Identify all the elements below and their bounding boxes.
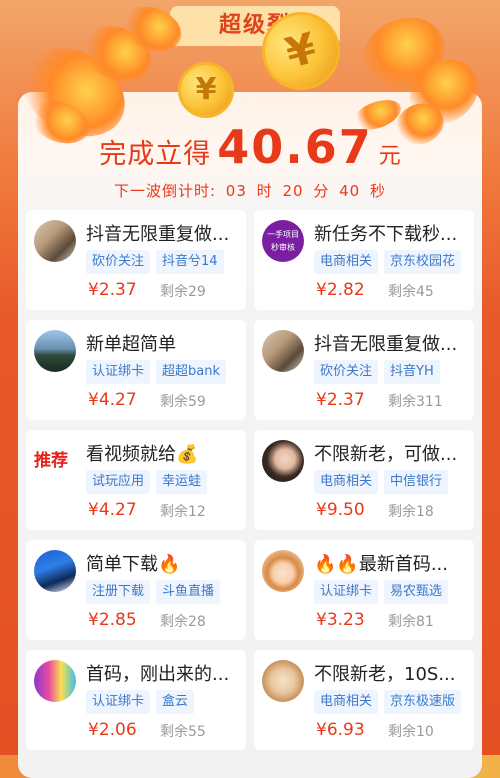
task-tags: 电商相关 中信银行 (314, 470, 454, 494)
task-price: ¥2.37 (88, 280, 137, 300)
task-tags: 认证绑卡 易农甄选 (314, 580, 454, 604)
task-tags: 试玩应用 幸运蛙 (86, 470, 213, 494)
task-tag: 认证绑卡 (314, 580, 379, 604)
avatar-colorful (34, 660, 76, 702)
task-title: 抖音无限重复做... (314, 334, 458, 355)
task-card[interactable]: 推荐 看视频就给💰 试玩应用 幸运蛙 ¥4.27 剩余12 (26, 430, 246, 530)
task-tag: 注册下载 (86, 580, 151, 604)
task-tag: 认证绑卡 (86, 360, 151, 384)
task-remaining: 剩余28 (160, 614, 206, 630)
task-tag: 砍价关注 (86, 250, 151, 274)
reward-summary: 完成立得 40.67 元 (0, 120, 500, 174)
avatar-purple-badge: 一手项目 秒审核 (262, 220, 304, 262)
task-remaining: 剩余55 (160, 724, 206, 740)
task-remaining: 剩余10 (388, 724, 434, 740)
task-title: 🔥🔥最新首码... (314, 554, 448, 575)
task-price: ¥2.85 (88, 610, 137, 630)
task-tag: 抖音YH (384, 360, 440, 384)
task-tags: 砍价关注 抖音YH (314, 360, 446, 384)
task-tags: 认证绑卡 盒云 (86, 690, 200, 714)
task-tag: 中信银行 (384, 470, 449, 494)
countdown-minutes: 20 (282, 182, 304, 200)
task-card[interactable]: 🔥🔥最新首码... 认证绑卡 易农甄选 ¥3.23 剩余81 (254, 540, 474, 640)
task-title: 新单超简单 (86, 334, 176, 355)
avatar-cartoon-girl (262, 550, 304, 592)
task-price: ¥3.23 (316, 610, 365, 630)
task-tag: 易农甄选 (384, 580, 449, 604)
countdown-minute-unit: 分 (313, 182, 330, 200)
task-tag: 盒云 (156, 690, 195, 714)
countdown-second-unit: 秒 (370, 182, 387, 200)
task-tag: 京东极速版 (384, 690, 462, 714)
task-tag: 砍价关注 (314, 360, 379, 384)
task-tags: 电商相关 京东极速版 (314, 690, 467, 714)
reward-amount: 40.67 (217, 120, 373, 174)
task-tags: 电商相关 京东校园花 (314, 250, 467, 274)
task-price: ¥4.27 (88, 390, 137, 410)
task-tag: 试玩应用 (86, 470, 151, 494)
avatar-blue-scene (34, 550, 76, 592)
task-title: 不限新老，可做... (314, 444, 458, 465)
task-price: ¥4.27 (88, 500, 137, 520)
task-remaining: 剩余18 (388, 504, 434, 520)
coin-icon: ¥ (178, 62, 234, 118)
task-tag: 幸运蛙 (156, 470, 208, 494)
task-remaining: 剩余59 (160, 394, 206, 410)
task-remaining: 剩余45 (388, 284, 434, 300)
task-title: 不限新老，10S... (314, 664, 456, 685)
countdown-label: 下一波倒计时: (113, 182, 217, 200)
countdown: 下一波倒计时: 03 时 20 分 40 秒 (0, 180, 500, 201)
task-tag: 电商相关 (314, 250, 379, 274)
task-tag: 超超bank (156, 360, 227, 384)
task-tags: 认证绑卡 超超bank (86, 360, 232, 384)
task-card[interactable]: 简单下载🔥 注册下载 斗鱼直播 ¥2.85 剩余28 (26, 540, 246, 640)
task-card[interactable]: 不限新老，可做... 电商相关 中信银行 ¥9.50 剩余18 (254, 430, 474, 530)
task-price: ¥2.06 (88, 720, 137, 740)
task-price: ¥2.82 (316, 280, 365, 300)
avatar-badge-text: 一手项目 秒审核 (267, 230, 299, 252)
countdown-seconds: 40 (339, 182, 361, 200)
avatar-room (34, 220, 76, 262)
avatar-monkey (262, 660, 304, 702)
task-tag: 电商相关 (314, 690, 379, 714)
task-price: ¥6.93 (316, 720, 365, 740)
task-card[interactable]: 抖音无限重复做... 砍价关注 抖音兮14 ¥2.37 剩余29 (26, 210, 246, 310)
task-price: ¥2.37 (316, 390, 365, 410)
task-tags: 注册下载 斗鱼直播 (86, 580, 226, 604)
countdown-hour-unit: 时 (256, 182, 273, 200)
task-card[interactable]: 不限新老，10S... 电商相关 京东极速版 ¥6.93 剩余10 (254, 650, 474, 750)
task-price: ¥9.50 (316, 500, 365, 520)
task-remaining: 剩余29 (160, 284, 206, 300)
task-card[interactable]: 首码，刚出来的... 认证绑卡 盒云 ¥2.06 剩余55 (26, 650, 246, 750)
avatar-room (262, 330, 304, 372)
task-tag: 认证绑卡 (86, 690, 151, 714)
reward-label: 完成立得 (99, 139, 212, 170)
avatar-girl (262, 440, 304, 482)
task-title: 简单下载🔥 (86, 554, 181, 575)
task-title: 首码，刚出来的... (86, 664, 230, 685)
task-title: 新任务不下载秒... (314, 224, 458, 245)
task-tag: 电商相关 (314, 470, 379, 494)
task-remaining: 剩余12 (160, 504, 206, 520)
task-tags: 砍价关注 抖音兮14 (86, 250, 230, 274)
task-title: 抖音无限重复做... (86, 224, 230, 245)
task-remaining: 剩余81 (388, 614, 434, 630)
task-card[interactable]: 抖音无限重复做... 砍价关注 抖音YH ¥2.37 剩余311 (254, 320, 474, 420)
task-card[interactable]: 新单超简单 认证绑卡 超超bank ¥4.27 剩余59 (26, 320, 246, 420)
recommend-badge: 推荐 (34, 451, 68, 471)
task-tag: 京东校园花 (384, 250, 462, 274)
task-remaining: 剩余311 (388, 394, 443, 410)
countdown-hours: 03 (225, 182, 247, 200)
avatar-landscape (34, 330, 76, 372)
task-tag: 抖音兮14 (156, 250, 224, 274)
task-tag: 斗鱼直播 (156, 580, 221, 604)
task-card[interactable]: 一手项目 秒审核 新任务不下载秒... 电商相关 京东校园花 ¥2.82 剩余45 (254, 210, 474, 310)
reward-unit: 元 (378, 144, 401, 169)
task-title: 看视频就给💰 (86, 444, 199, 465)
